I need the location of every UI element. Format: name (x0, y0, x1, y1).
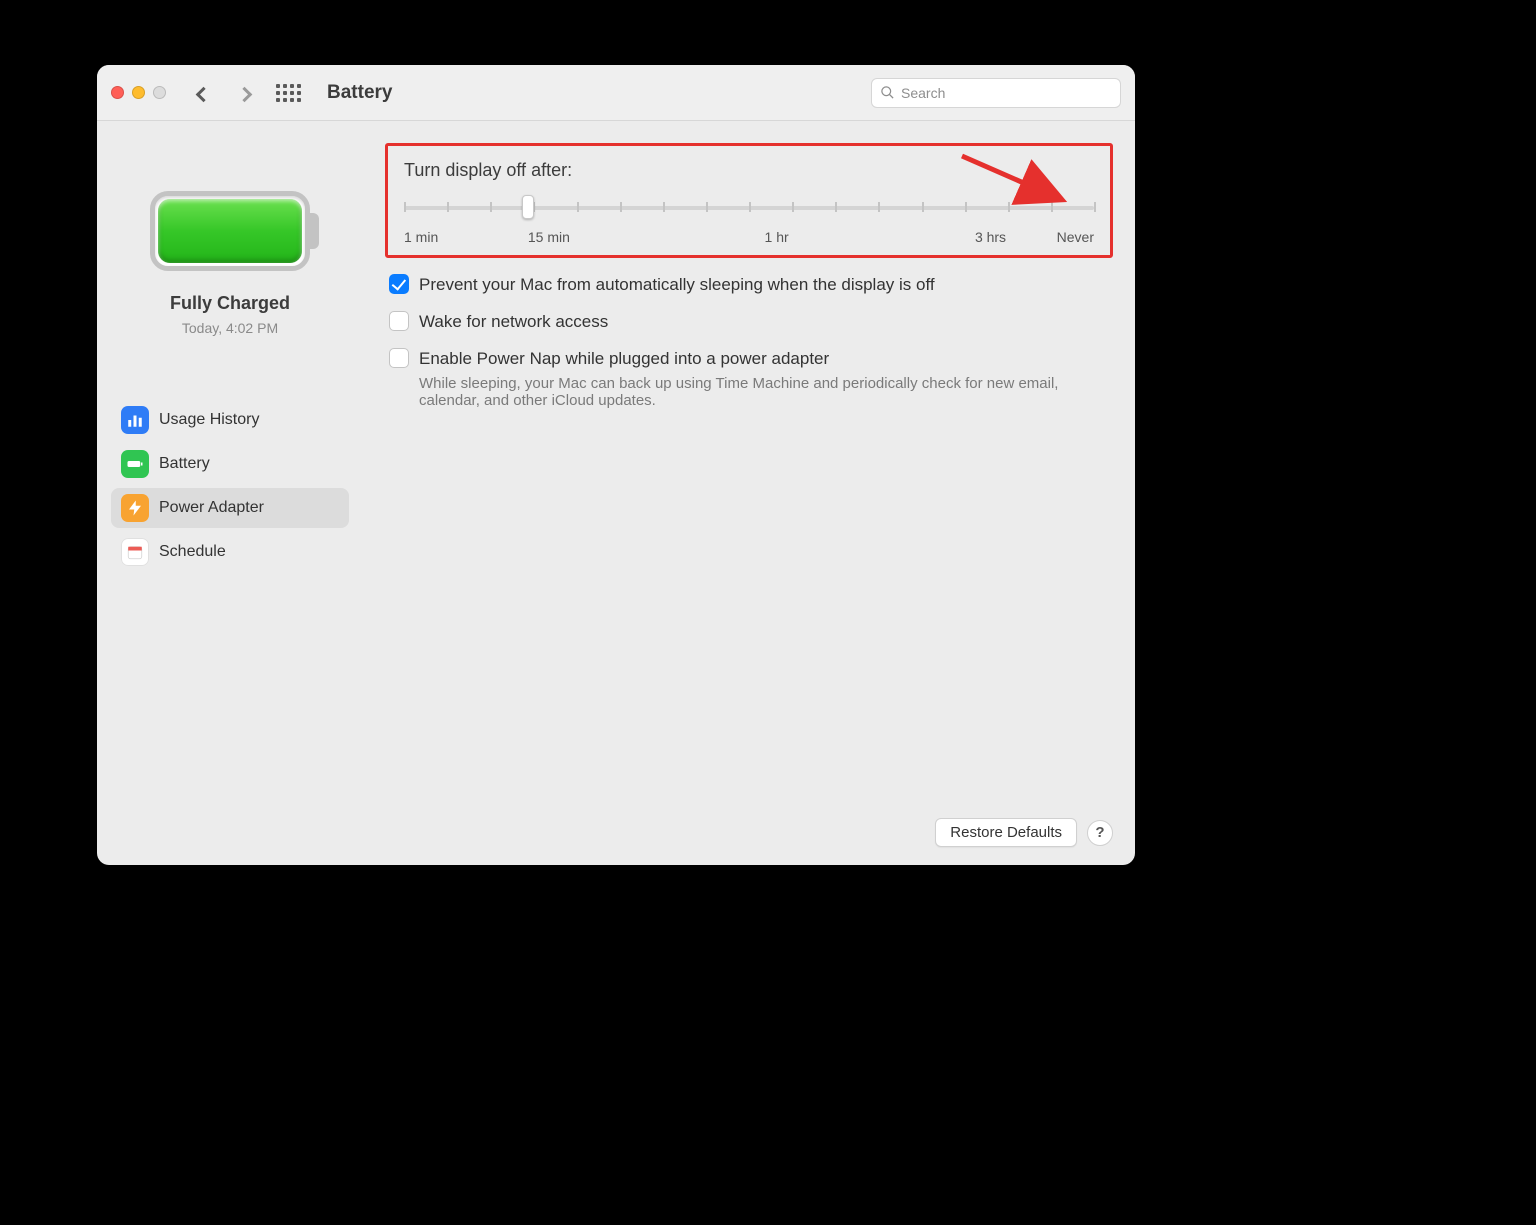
checkbox[interactable] (389, 348, 409, 368)
option-description: While sleeping, your Mac can back up usi… (419, 375, 1059, 409)
slider-label: 3 hrs (975, 229, 1006, 245)
forward-button[interactable] (239, 80, 250, 106)
minimize-window-button[interactable] (132, 86, 145, 99)
slider-thumb[interactable] (522, 195, 534, 219)
sidebar-item-label: Battery (159, 455, 210, 473)
option-power-nap[interactable]: Enable Power Nap while plugged into a po… (389, 348, 1113, 409)
battery-status-title: Fully Charged (170, 293, 290, 314)
window-title: Battery (327, 82, 392, 104)
restore-defaults-button[interactable]: Restore Defaults (935, 818, 1077, 847)
slider-label: 1 hr (765, 229, 789, 245)
slider-label: Never (1057, 229, 1094, 245)
option-label: Enable Power Nap while plugged into a po… (419, 348, 1059, 371)
main-content: Turn display off after: 1 min 15 min 1 h… (363, 121, 1135, 865)
schedule-icon (121, 538, 149, 566)
sidebar-list: Usage History Battery Power Adapter (107, 400, 353, 572)
show-all-icon[interactable] (276, 84, 301, 102)
slider-title: Turn display off after: (404, 160, 1094, 181)
search-input[interactable] (901, 85, 1112, 101)
sidebar-item-schedule[interactable]: Schedule (111, 532, 349, 572)
sidebar-item-usage-history[interactable]: Usage History (111, 400, 349, 440)
window-controls (111, 86, 166, 99)
option-label: Prevent your Mac from automatically slee… (419, 274, 935, 297)
sidebar-item-power-adapter[interactable]: Power Adapter (111, 488, 349, 528)
sidebar-item-label: Schedule (159, 543, 226, 561)
back-button[interactable] (198, 80, 209, 106)
slider-label: 1 min (404, 229, 438, 245)
option-label: Wake for network access (419, 311, 608, 334)
search-field[interactable] (871, 78, 1121, 108)
chevron-left-icon (196, 86, 212, 102)
chevron-right-icon (237, 86, 253, 102)
option-prevent-sleep[interactable]: Prevent your Mac from automatically slee… (389, 274, 1113, 297)
nav-controls (198, 80, 250, 106)
footer: Restore Defaults ? (385, 808, 1113, 847)
usage-history-icon (121, 406, 149, 434)
checkbox[interactable] (389, 274, 409, 294)
battery-status-time: Today, 4:02 PM (182, 320, 278, 336)
power-adapter-icon (121, 494, 149, 522)
sidebar: Fully Charged Today, 4:02 PM Usage Histo… (97, 121, 363, 865)
options-list: Prevent your Mac from automatically slee… (385, 274, 1113, 409)
preferences-window: Battery Fully Charged Today, 4:02 PM (97, 65, 1135, 865)
slider-label: 15 min (528, 229, 570, 245)
titlebar: Battery (97, 65, 1135, 121)
option-wake-network[interactable]: Wake for network access (389, 311, 1113, 334)
sidebar-item-label: Usage History (159, 411, 259, 429)
display-sleep-slider-region: Turn display off after: 1 min 15 min 1 h… (385, 143, 1113, 258)
search-icon (880, 85, 895, 100)
battery-icon (150, 191, 310, 271)
display-sleep-slider[interactable] (404, 199, 1094, 217)
checkbox[interactable] (389, 311, 409, 331)
slider-ticks (404, 202, 1094, 214)
close-window-button[interactable] (111, 86, 124, 99)
battery-status: Fully Charged Today, 4:02 PM (107, 161, 353, 336)
battery-small-icon (121, 450, 149, 478)
help-button[interactable]: ? (1087, 820, 1113, 846)
sidebar-item-battery[interactable]: Battery (111, 444, 349, 484)
zoom-window-button[interactable] (153, 86, 166, 99)
sidebar-item-label: Power Adapter (159, 499, 264, 517)
slider-labels: 1 min 15 min 1 hr 3 hrs Never (404, 229, 1094, 249)
